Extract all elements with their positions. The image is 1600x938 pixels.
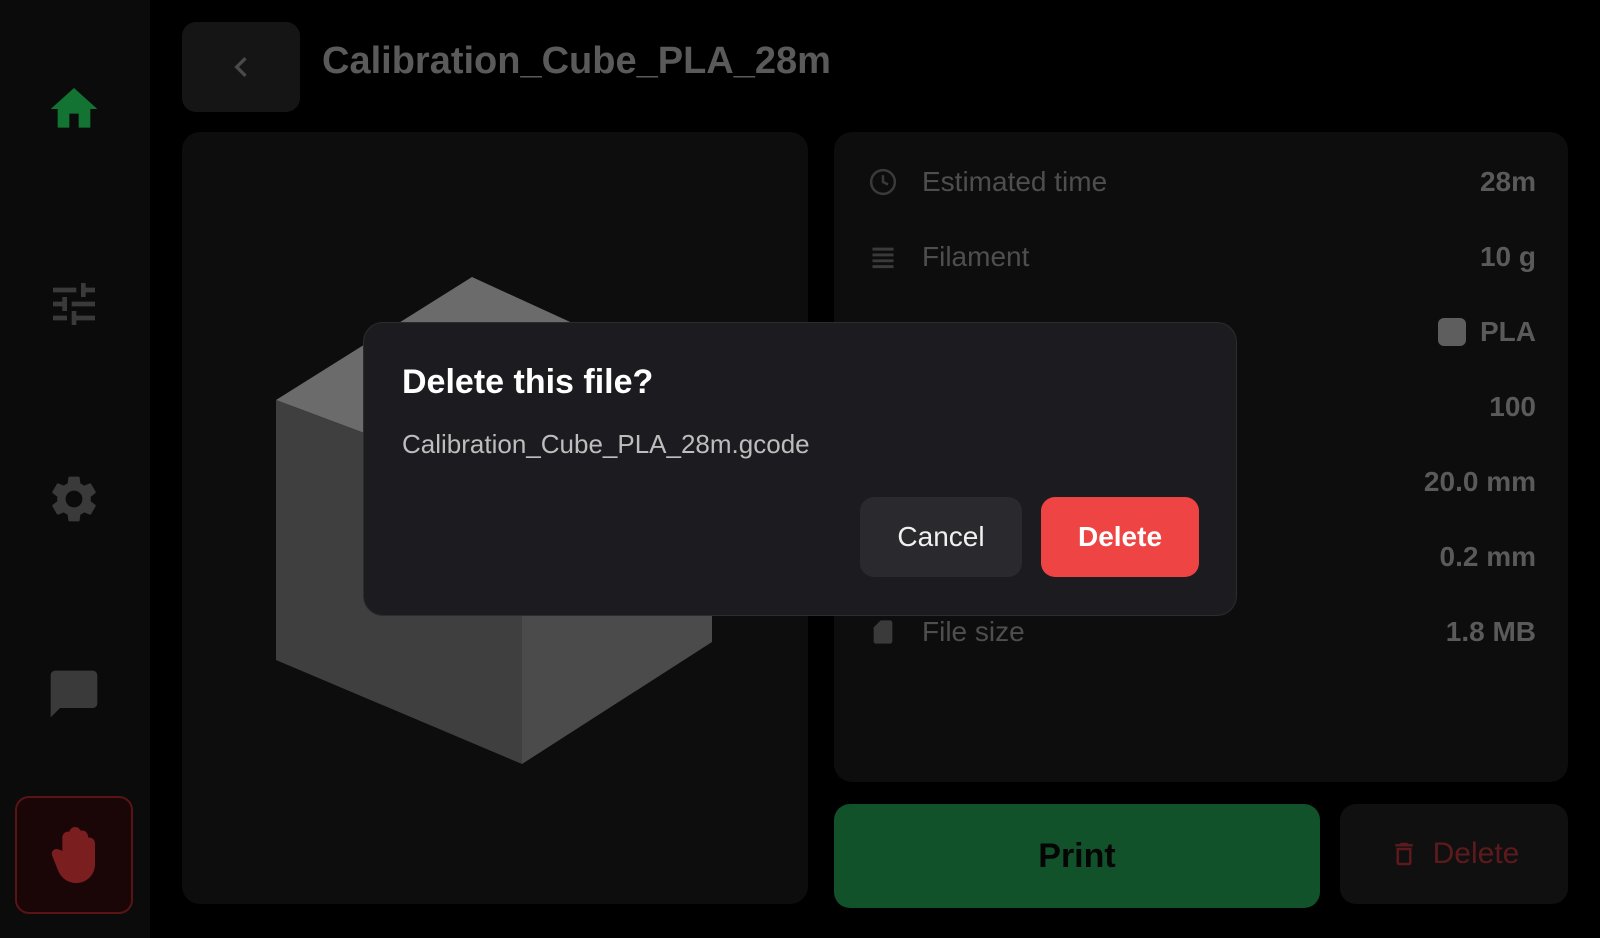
confirm-delete-button[interactable]: Delete	[1041, 497, 1199, 577]
info-value: 1.8 MB	[1445, 616, 1536, 647]
info-label: Filament	[922, 241, 1030, 272]
info-row-file-size: File size 1.8 MB	[866, 612, 1536, 652]
chevron-left-icon	[234, 57, 247, 77]
back-button[interactable]	[182, 22, 300, 112]
sidebar	[0, 0, 150, 938]
info-value: 28m	[1479, 166, 1536, 197]
page-title: Calibration_Cube_PLA_28m	[322, 40, 831, 82]
sidebar-item-controls[interactable]	[15, 245, 133, 363]
info-row-filament: Filament 10 g	[866, 237, 1536, 277]
delete-button-label: Delete	[1432, 837, 1520, 870]
info-value: 10 g	[1479, 241, 1536, 272]
print-button[interactable]: Print	[834, 804, 1320, 908]
hand-stop-icon	[51, 827, 95, 883]
emergency-stop-button[interactable]	[15, 796, 133, 914]
sd-card-icon	[866, 615, 900, 649]
sidebar-item-console[interactable]	[15, 635, 133, 753]
material-name: PLA	[1480, 316, 1536, 347]
info-value: 100	[1489, 391, 1536, 422]
info-label: Estimated time	[922, 166, 1108, 197]
trash-icon	[1394, 842, 1413, 866]
info-row-estimated-time: Estimated time 28m	[866, 162, 1536, 202]
filament-icon	[866, 240, 900, 274]
sliders-icon	[53, 283, 95, 325]
dialog-title: Delete this file?	[402, 363, 654, 401]
info-value: 20.0 mm	[1423, 466, 1536, 497]
chat-icon	[50, 670, 98, 718]
sidebar-item-home[interactable]	[15, 50, 133, 168]
info-value: 0.2 mm	[1439, 541, 1537, 572]
info-label: File size	[922, 616, 1025, 647]
delete-file-button[interactable]: Delete	[1340, 804, 1568, 904]
home-icon	[50, 88, 98, 128]
info-value: PLA	[1438, 316, 1536, 348]
material-color-swatch	[1438, 318, 1466, 346]
delete-confirm-dialog: Delete this file? Calibration_Cube_PLA_2…	[363, 322, 1237, 616]
cancel-button[interactable]: Cancel	[860, 497, 1022, 577]
clock-icon	[866, 165, 900, 199]
sidebar-item-settings[interactable]	[15, 440, 133, 558]
gear-icon	[52, 476, 96, 522]
dialog-filename: Calibration_Cube_PLA_28m.gcode	[402, 429, 810, 459]
